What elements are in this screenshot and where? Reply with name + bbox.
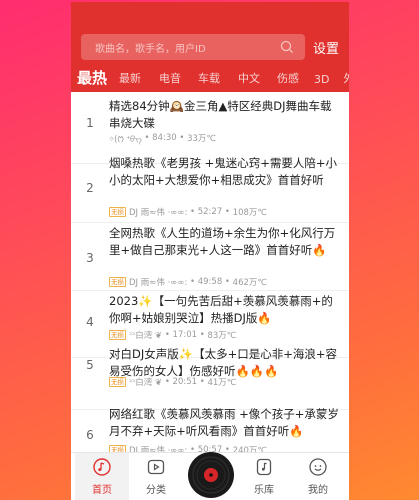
lossless-badge: 无损 <box>109 277 126 287</box>
rank-number: 4 <box>86 315 94 329</box>
user-icon <box>309 458 327 476</box>
duration: 17:01 <box>172 330 198 340</box>
song-title: 烟嗓热歌《老男孩 +鬼迷心窍+需要人陪+小小的太阳+大想爱你+相思成灾》首首好听 <box>109 156 338 187</box>
lossless-badge: 无损 <box>109 207 126 217</box>
song-meta: 无损 ᵓᵓ白湾 ❦ • 17:01 • 83万℃ <box>109 330 237 341</box>
song-row[interactable]: 3 全网热歌《人生的道场+余生为你+化风行万里+做自己那束光+人这一路》首首好听… <box>71 223 349 291</box>
play-count: 33万℃ <box>187 134 216 144</box>
tab-hottest[interactable]: 最热 <box>77 67 107 90</box>
search-input[interactable]: 歌曲名，歌手名，用户ID <box>81 34 305 60</box>
rank-number: 5 <box>86 358 94 372</box>
rank-number: 6 <box>86 428 94 442</box>
song-meta: ᛜ(ᱬ️ ᐩᠪᠭ • 84:30 • 33万℃ <box>109 133 216 145</box>
song-title: 精选84分钟🕰️金三角▲特区经典DJ舞曲车载串烧大碟 <box>109 99 332 130</box>
song-meta: 无损 DJ 雨≈伟 ·∞∞: • 52:27 • 108万℃ <box>109 207 267 218</box>
play-count: 41万℃ <box>207 378 237 388</box>
rank-number: 1 <box>86 116 94 130</box>
singer-name: DJ 雨≈伟 ·∞∞: <box>129 208 188 218</box>
tab-electronic[interactable]: 电音 <box>159 70 181 90</box>
duration: 49:58 <box>197 277 223 287</box>
nav-mine[interactable]: 我的 <box>291 453 345 500</box>
nav-library[interactable]: 乐库 <box>237 453 291 500</box>
rank-number: 2 <box>86 181 94 195</box>
duration: 20:51 <box>172 377 198 387</box>
settings-button[interactable]: 设置 <box>313 38 339 57</box>
song-title: 对白DJ女声版✨【太多+口是心非+海浪+容易受伤的女人】伤感好听🔥🔥🔥 <box>109 347 337 378</box>
search-icon <box>280 40 293 53</box>
song-title: 全网热歌《人生的道场+余生为你+化风行万里+做自己那束光+人这一路》首首好听🔥 <box>109 226 336 257</box>
nav-category[interactable]: 分类 <box>129 453 183 500</box>
play-count: 462万℃ <box>232 278 267 288</box>
song-meta: 无损 DJ 雨≈伟 ·∞∞: • 49:58 • 462万℃ <box>109 277 267 288</box>
nav-label: 分类 <box>146 485 166 496</box>
tab-sad[interactable]: 伤感 <box>277 70 299 90</box>
tab-3d[interactable]: 3D <box>314 73 329 90</box>
song-row[interactable]: 6 网络红歌《羡慕风羡慕雨 +像个孩子+承蒙岁月不弃+天际+听风看雨》首首好听🔥… <box>71 402 349 458</box>
nav-home[interactable]: 首页 <box>75 453 129 500</box>
phone-screen: 歌曲名，歌手名，用户ID 设置 最热 最新 电音 车载 中文 伤感 3D 外 1… <box>71 2 349 500</box>
lossless-badge: 无损 <box>109 377 126 387</box>
duration: 84:30 <box>152 133 177 143</box>
song-meta: 无损 ᵓᵓ白湾 ❦ • 20:51 • 41万℃ <box>109 377 237 388</box>
duration: 52:27 <box>197 207 223 217</box>
music-library-icon <box>256 458 272 476</box>
search-placeholder: 歌曲名，歌手名，用户ID <box>95 44 206 55</box>
vinyl-disc-icon[interactable] <box>187 451 235 499</box>
nav-label: 我的 <box>308 485 328 496</box>
rank-number: 3 <box>86 251 94 265</box>
nav-label: 首页 <box>92 485 112 496</box>
category-tabs: 最热 最新 电音 车载 中文 伤感 3D 外 <box>71 66 349 90</box>
tab-car[interactable]: 车载 <box>198 70 220 90</box>
song-row[interactable]: 2 烟嗓热歌《老男孩 +鬼迷心窍+需要人陪+小小的太阳+大想爱你+相思成灾》首首… <box>71 151 349 223</box>
singer-name: ᵓᵓ白湾 ❦ <box>129 331 163 341</box>
play-count: 83万℃ <box>207 331 237 341</box>
lossless-badge: 无损 <box>109 330 126 340</box>
tab-newest[interactable]: 最新 <box>119 70 141 90</box>
song-title: 网络红歌《羡慕风羡慕雨 +像个孩子+承蒙岁月不弃+天际+听风看雨》首首好听🔥 <box>109 407 339 438</box>
play-count: 108万℃ <box>232 208 267 218</box>
tab-chinese[interactable]: 中文 <box>238 70 260 90</box>
singer-name: ᵓᵓ白湾 ❦ <box>129 378 163 388</box>
music-note-icon <box>93 458 111 476</box>
song-title: 2023✨【一句先苦后甜+羡慕风羡慕雨+的你啊+姑娘别哭泣】热播DJ版🔥 <box>109 294 333 325</box>
nav-label: 乐库 <box>254 485 274 496</box>
singer-name: DJ 雨≈伟 ·∞∞: <box>129 278 188 288</box>
song-row[interactable]: 5 对白DJ女声版✨【太多+口是心非+海浪+容易受伤的女人】伤感好听🔥🔥🔥 无损… <box>71 342 349 410</box>
app-header: 歌曲名，歌手名，用户ID 设置 最热 最新 电音 车载 中文 伤感 3D 外 <box>71 2 349 92</box>
tab-foreign[interactable]: 外 <box>343 70 349 90</box>
video-icon <box>147 459 165 475</box>
singer-name: ᛜ(ᱬ️ ᐩᠪᠭ <box>109 135 142 145</box>
